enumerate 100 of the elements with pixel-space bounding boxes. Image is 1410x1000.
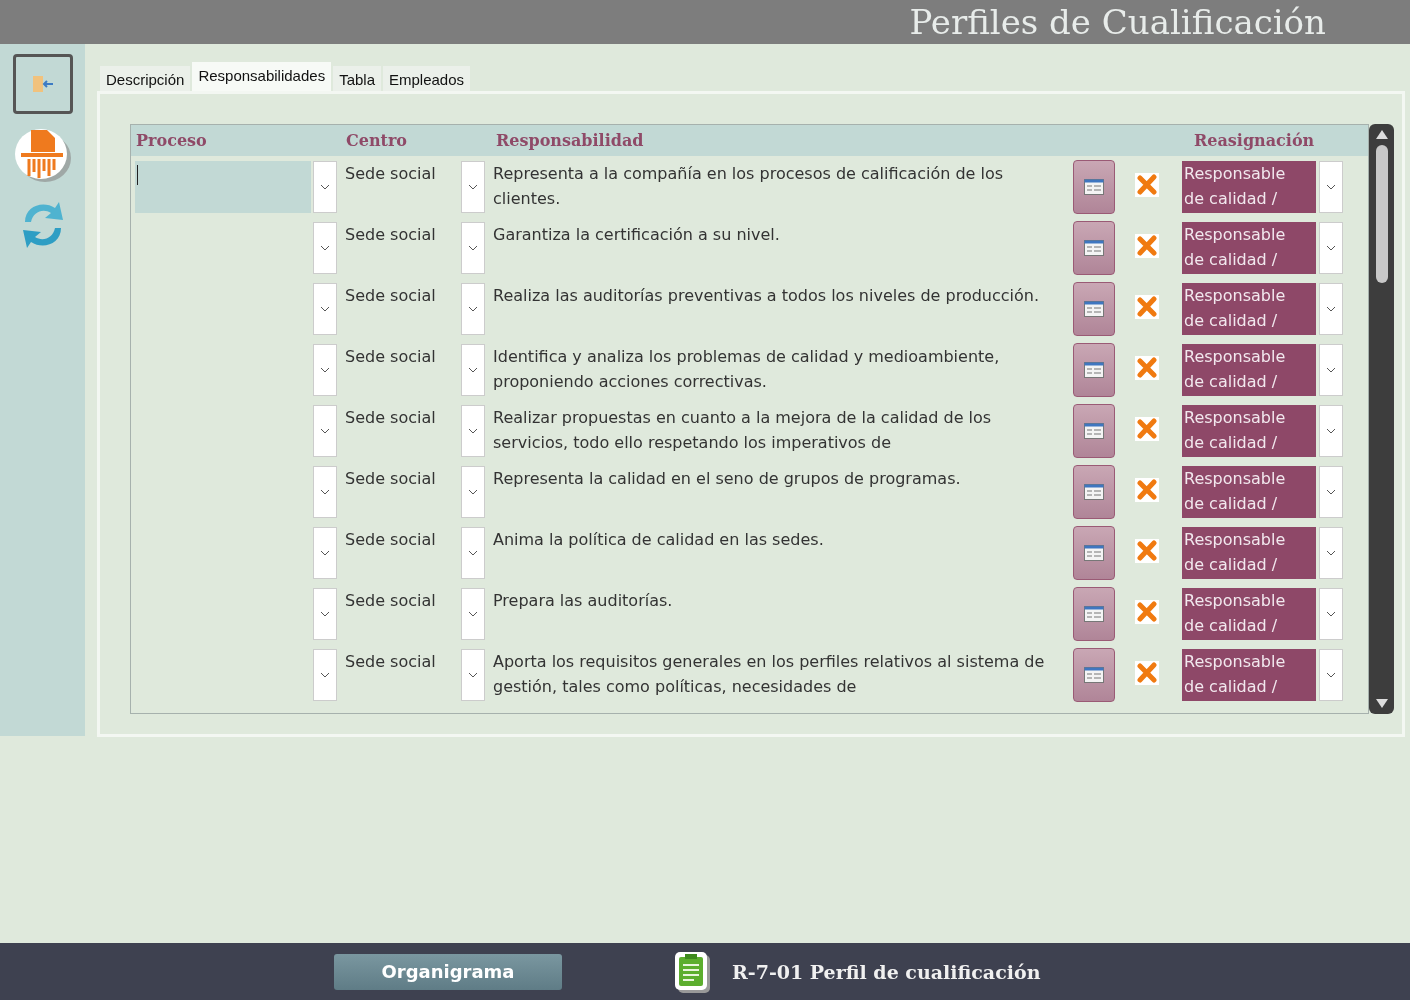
- chevron-down-icon: [1326, 367, 1336, 373]
- tab[interactable]: Responsabilidades: [192, 62, 332, 91]
- window-title: Perfiles de Cualificación: [909, 2, 1326, 42]
- detail-button[interactable]: [1073, 221, 1115, 275]
- chevron-down-icon: [1326, 672, 1336, 678]
- chevron-down-icon: [320, 428, 330, 434]
- dropdown-button[interactable]: [461, 283, 485, 335]
- checkbox[interactable]: [1135, 600, 1159, 624]
- checkbox[interactable]: [1135, 295, 1159, 319]
- dropdown-button[interactable]: [461, 466, 485, 518]
- form-icon: [1084, 606, 1104, 622]
- chevron-down-icon: [468, 245, 478, 251]
- dropdown-button[interactable]: [461, 222, 485, 274]
- exit-button[interactable]: [12, 54, 73, 114]
- reassignment-field[interactable]: Responsable de calidad /: [1182, 405, 1316, 457]
- dropdown-button[interactable]: [1319, 344, 1343, 396]
- dropdown-button[interactable]: [313, 283, 337, 335]
- dropdown-button[interactable]: [313, 222, 337, 274]
- checkbox[interactable]: [1135, 417, 1159, 441]
- dropdown-button[interactable]: [461, 527, 485, 579]
- reassignment-field[interactable]: Responsable de calidad /: [1182, 649, 1316, 701]
- dropdown-button[interactable]: [1319, 527, 1343, 579]
- detail-button[interactable]: [1073, 526, 1115, 580]
- reassignment-field[interactable]: Responsable de calidad /: [1182, 588, 1316, 640]
- scroll-down-icon[interactable]: [1375, 699, 1388, 708]
- process-field[interactable]: [135, 161, 311, 213]
- table-cell-text: Representa la calidad en el seno de grupos de programas.: [492, 468, 962, 490]
- chevron-down-icon: [468, 367, 478, 373]
- reassignment-field[interactable]: Responsable de calidad /: [1182, 344, 1316, 396]
- chevron-down-icon: [320, 672, 330, 678]
- dropdown-button[interactable]: [1319, 588, 1343, 640]
- reassignment-field[interactable]: Responsable de calidad /: [1182, 161, 1316, 213]
- reassignment-field[interactable]: Responsable de calidad /: [1182, 527, 1316, 579]
- chevron-down-icon: [320, 489, 330, 495]
- chevron-down-icon: [468, 611, 478, 617]
- table-cell-text: Realizar propuestas en cuanto a la mejora de la calidad de los servicios, todo ello respetando los imperativos de: [492, 407, 993, 454]
- dropdown-button[interactable]: [1319, 161, 1343, 213]
- detail-button[interactable]: [1073, 282, 1115, 336]
- chevron-down-icon: [1326, 489, 1336, 495]
- chevron-down-icon: [320, 550, 330, 556]
- column-header: Centro: [346, 131, 409, 150]
- dropdown-button[interactable]: [1319, 283, 1343, 335]
- chevron-down-icon: [320, 611, 330, 617]
- chevron-down-icon: [1326, 184, 1336, 190]
- reassignment-field[interactable]: Responsable de calidad /: [1182, 222, 1316, 274]
- checkbox[interactable]: [1135, 173, 1159, 197]
- dropdown-button[interactable]: [461, 649, 485, 701]
- reassignment-field[interactable]: Responsable de calidad /: [1182, 466, 1316, 518]
- chevron-down-icon: [468, 672, 478, 678]
- detail-button[interactable]: [1073, 648, 1115, 702]
- detail-button[interactable]: [1073, 343, 1115, 397]
- dropdown-button[interactable]: [1319, 222, 1343, 274]
- dropdown-button[interactable]: [313, 588, 337, 640]
- dropdown-button[interactable]: [313, 649, 337, 701]
- table-cell-text: Identifica y analiza los problemas de calidad y medioambiente, proponiendo acciones correctivas.: [492, 346, 1001, 393]
- table-cell-text: Prepara las auditorías.: [492, 590, 674, 612]
- dropdown-button[interactable]: [461, 344, 485, 396]
- checkbox[interactable]: [1135, 539, 1159, 563]
- chevron-down-icon: [468, 550, 478, 556]
- dropdown-button[interactable]: [313, 161, 337, 213]
- reassignment-field[interactable]: Responsable de calidad /: [1182, 283, 1316, 335]
- checkbox[interactable]: [1135, 478, 1159, 502]
- detail-button[interactable]: [1073, 160, 1115, 214]
- dropdown-button[interactable]: [313, 405, 337, 457]
- dropdown-button[interactable]: [1319, 466, 1343, 518]
- checkbox[interactable]: [1135, 356, 1159, 380]
- organigram-button[interactable]: Organigrama: [334, 953, 562, 990]
- dropdown-button[interactable]: [313, 344, 337, 396]
- detail-button[interactable]: [1073, 587, 1115, 641]
- column-header: Responsabilidad: [496, 131, 645, 150]
- chevron-down-icon: [320, 306, 330, 312]
- dropdown-button[interactable]: [313, 466, 337, 518]
- checkbox[interactable]: [1135, 661, 1159, 685]
- tab[interactable]: Tabla: [333, 66, 381, 91]
- dropdown-button[interactable]: [461, 405, 485, 457]
- form-icon: [1084, 179, 1104, 195]
- chevron-down-icon: [1326, 550, 1336, 556]
- table-cell-text: Sede social: [344, 590, 437, 612]
- table-cell-text: Sede social: [344, 285, 437, 307]
- dropdown-button[interactable]: [461, 588, 485, 640]
- scrollbar[interactable]: [1369, 124, 1394, 714]
- scrollbar-thumb[interactable]: [1375, 145, 1388, 283]
- chevron-down-icon: [1326, 245, 1336, 251]
- dropdown-button[interactable]: [461, 161, 485, 213]
- dropdown-button[interactable]: [313, 527, 337, 579]
- table-cell-text: Sede social: [344, 224, 437, 246]
- dropdown-button[interactable]: [1319, 649, 1343, 701]
- checkbox[interactable]: [1135, 234, 1159, 258]
- form-icon: [1084, 301, 1104, 317]
- scroll-up-icon[interactable]: [1375, 130, 1388, 139]
- tab[interactable]: Descripción: [100, 66, 191, 91]
- detail-button[interactable]: [1073, 404, 1115, 458]
- chevron-down-icon: [1326, 428, 1336, 434]
- dropdown-button[interactable]: [1319, 405, 1343, 457]
- detail-button[interactable]: [1073, 465, 1115, 519]
- chevron-down-icon: [1326, 611, 1336, 617]
- tab[interactable]: Empleados: [383, 66, 471, 91]
- chevron-down-icon: [468, 428, 478, 434]
- form-icon: [1084, 423, 1104, 439]
- table-cell-text: Sede social: [344, 529, 437, 551]
